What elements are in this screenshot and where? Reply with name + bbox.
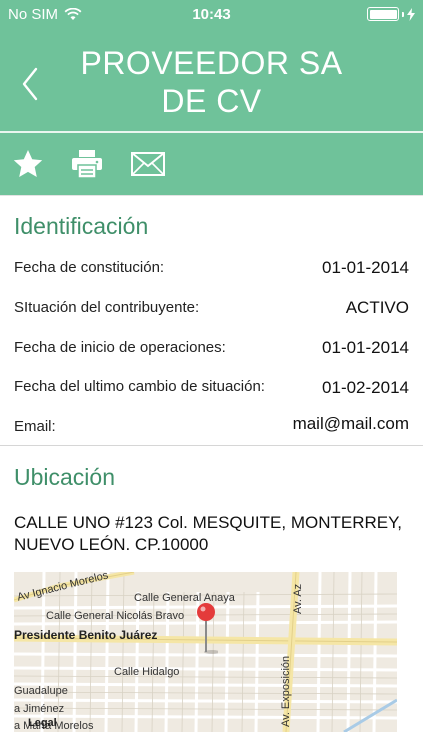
printer-icon bbox=[72, 150, 102, 179]
section-title-identificacion: Identificación bbox=[14, 213, 149, 239]
back-button[interactable] bbox=[18, 64, 42, 104]
row-label: Email: bbox=[14, 418, 56, 435]
email-button[interactable] bbox=[131, 147, 165, 181]
map-legal-link[interactable]: Legal bbox=[28, 717, 57, 729]
section-divider bbox=[0, 195, 423, 196]
row-label: Fecha de inicio de operaciones: bbox=[14, 339, 226, 356]
row-value: 01-01-2014 bbox=[322, 258, 409, 277]
battery-icon bbox=[367, 7, 399, 21]
status-bar: No SIM 10:43 bbox=[0, 0, 423, 30]
row-value: 01-02-2014 bbox=[322, 378, 409, 397]
email-link[interactable]: mail@mail.com bbox=[293, 414, 409, 434]
mail-icon bbox=[131, 152, 165, 176]
page-title: PROVEEDOR SA DE CV bbox=[80, 45, 343, 119]
section-title-ubicacion: Ubicación bbox=[14, 464, 115, 490]
map-label: Calle Hidalgo bbox=[114, 666, 180, 678]
header: No SIM 10:43 PROVEEDOR SA DE CV bbox=[0, 0, 423, 195]
clock: 10:43 bbox=[192, 6, 231, 23]
map-pin-icon[interactable] bbox=[194, 602, 218, 654]
battery bbox=[367, 7, 415, 21]
map-label: Calle General Anaya bbox=[134, 592, 235, 604]
map-label: a Jiménez bbox=[14, 703, 65, 715]
print-button[interactable] bbox=[70, 147, 104, 181]
location-map[interactable]: Av Ignacio Morelos Calle General Anaya C… bbox=[14, 572, 397, 732]
map-label: Av. Az bbox=[292, 583, 304, 614]
chevron-left-icon bbox=[22, 67, 38, 101]
row-value: 01-01-2014 bbox=[322, 338, 409, 357]
toolbar bbox=[0, 133, 423, 195]
star-icon bbox=[13, 150, 43, 177]
row-label: SItuación del contribuyente: bbox=[14, 299, 200, 316]
row-value: ACTIVO bbox=[345, 298, 409, 317]
charging-icon bbox=[407, 7, 415, 21]
section-divider bbox=[0, 445, 423, 446]
favorite-button[interactable] bbox=[11, 147, 45, 181]
map-label: Presidente Benito Juárez bbox=[14, 628, 158, 642]
map-label: Av. Exposición bbox=[280, 655, 292, 727]
row-label: Fecha del ultimo cambio de situación: bbox=[14, 378, 265, 395]
row-label: Fecha de constitución: bbox=[14, 259, 165, 276]
map-label: Calle General Nicolás Bravo bbox=[46, 610, 185, 622]
address-text: CALLE UNO #123 Col. MESQUITE, MONTERREY,… bbox=[14, 513, 402, 554]
map-label: Guadalupe bbox=[14, 685, 68, 697]
